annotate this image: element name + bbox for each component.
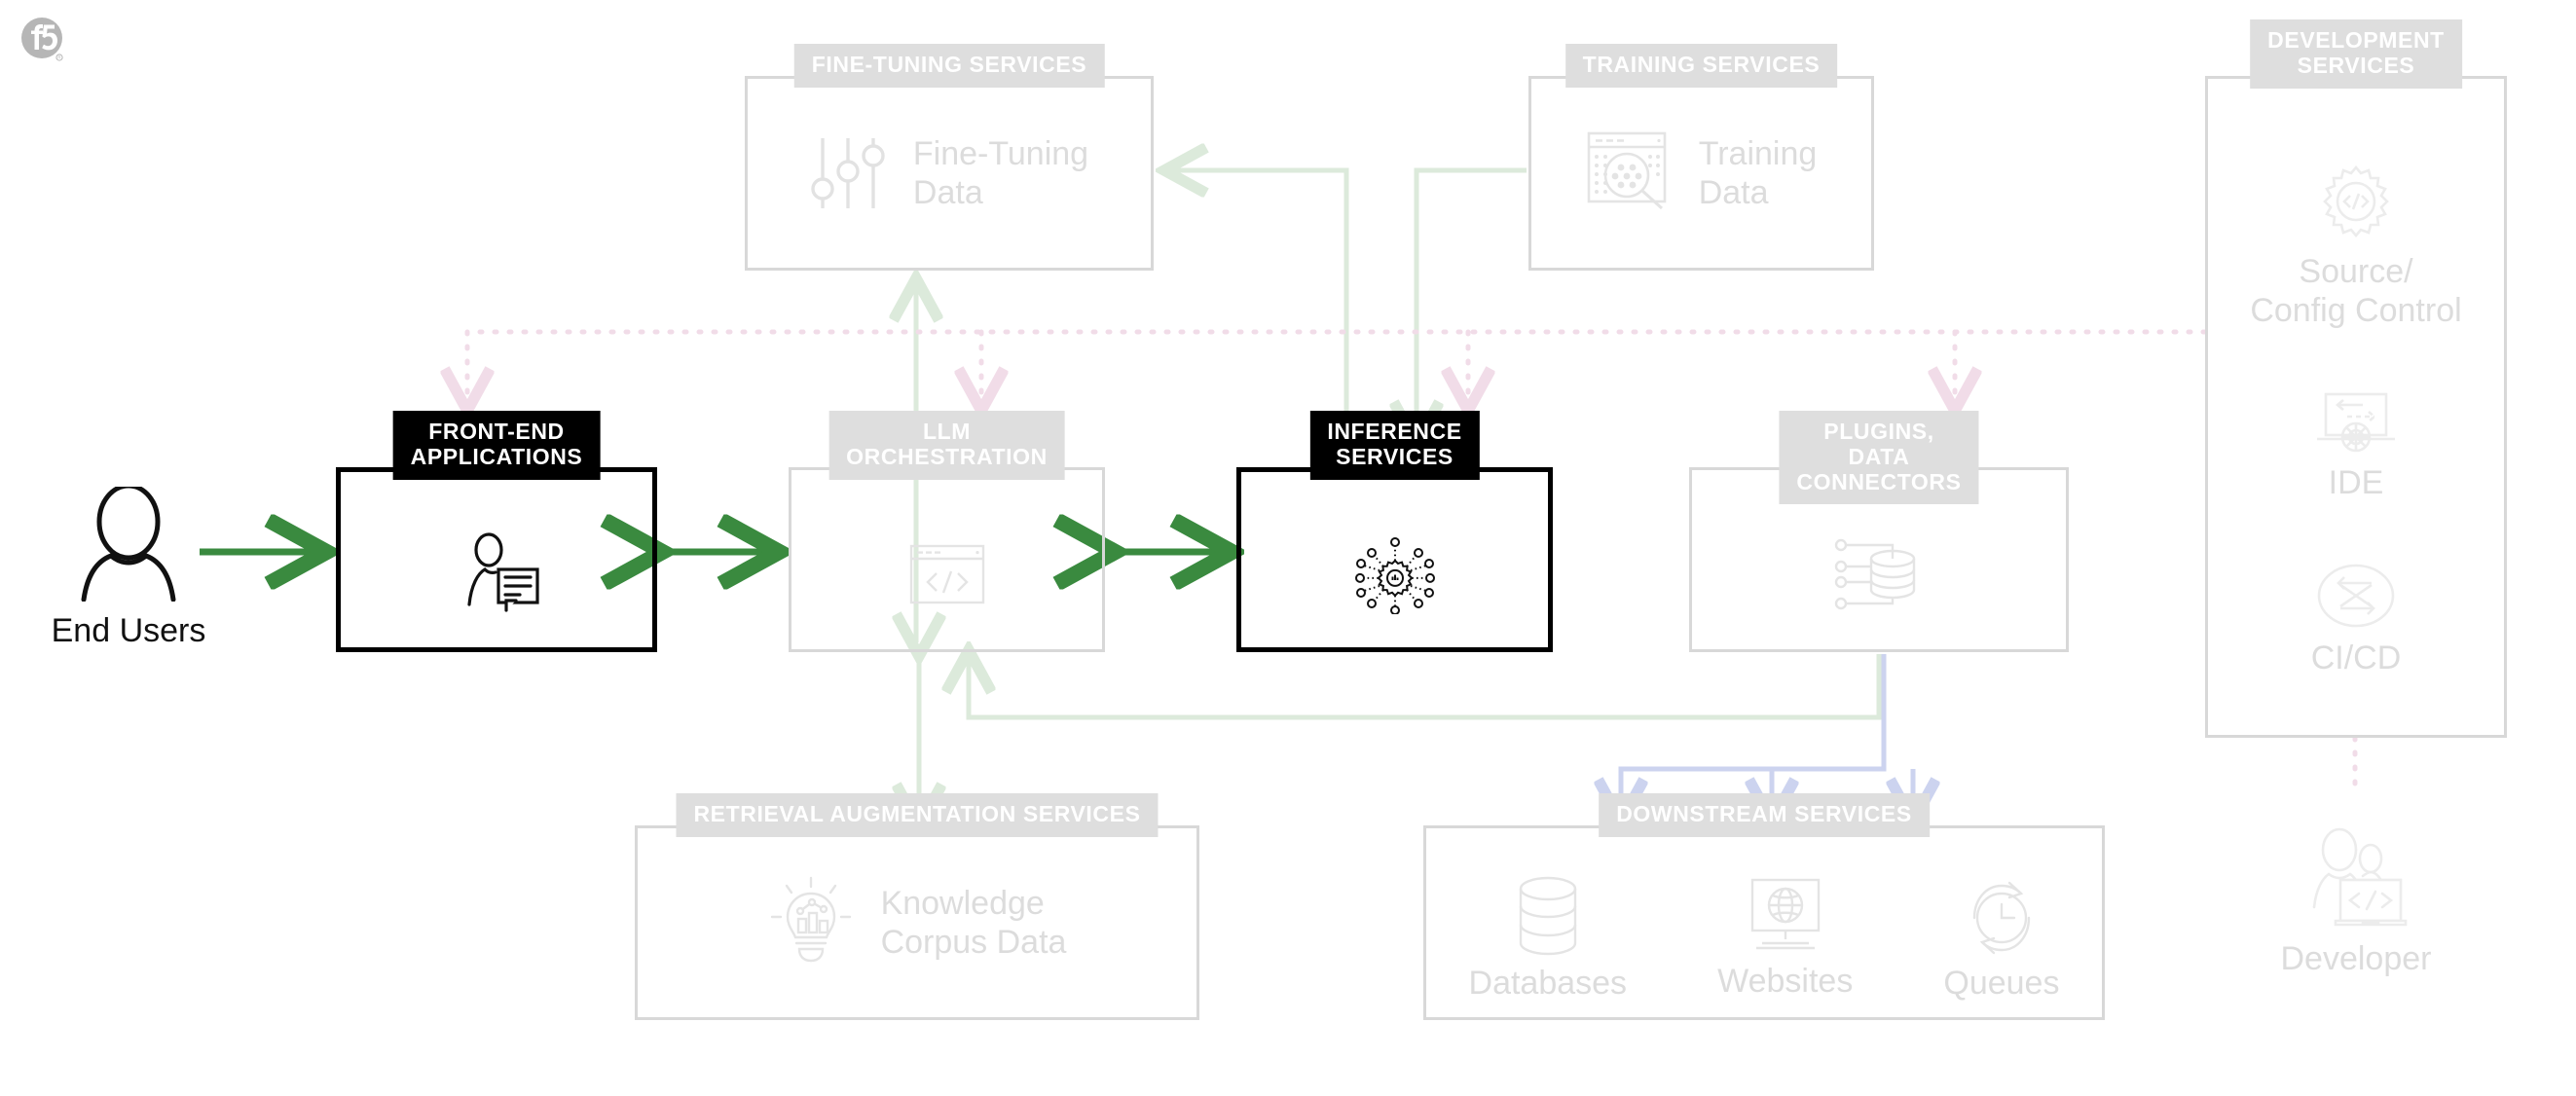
laptop-gear-icon (2312, 390, 2400, 459)
node-retrieval-augmentation-services[interactable]: RETRIEVAL AUGMENTATION SERVICES Knowledg… (635, 793, 1199, 1020)
node-inference-services[interactable]: INFERENCE SERVICES (1236, 411, 1553, 652)
svg-text:R: R (57, 55, 60, 60)
training-data-label: Training Data (1698, 134, 1818, 211)
development-header: DEVELOPMENT SERVICES (2250, 19, 2462, 89)
database-connector-icon (1832, 537, 1926, 616)
inference-header-text: INFERENCE SERVICES (1327, 419, 1462, 469)
development-header-text: DEVELOPMENT SERVICES (2267, 27, 2445, 78)
person-icon (72, 483, 185, 606)
dev-item-ide[interactable]: IDE (2312, 390, 2400, 502)
plugins-header-text: PLUGINS, DATA CONNECTORS (1796, 419, 1962, 494)
sliders-icon (810, 128, 886, 219)
developer-laptop-icon (2299, 825, 2413, 935)
downstream-item-label: Queues (1943, 965, 2060, 1003)
node-fine-tuning-services[interactable]: FINE-TUNING SERVICES Fine-Tuning Data (745, 44, 1154, 271)
f5-logo: R (21, 18, 64, 62)
person-chat-icon (452, 531, 541, 621)
arrow-inference-to-finetuning (1168, 170, 1349, 432)
architecture-diagram: R End Users FINE-TUNING SERVICES Fine-Tu… (0, 0, 2576, 1096)
arrow-training-to-inference (1417, 167, 1527, 440)
frontend-header-text: FRONT-END APPLICATIONS (410, 419, 583, 469)
dev-item-source-config-control[interactable]: Source/ Config Control (2250, 162, 2462, 330)
gear-code-icon (2315, 162, 2397, 248)
fine-tuning-header: FINE-TUNING SERVICES (793, 44, 1105, 88)
end-users-label: End Users (51, 612, 206, 649)
plugins-header: PLUGINS, DATA CONNECTORS (1779, 411, 1979, 505)
developer-label: Developer (2280, 940, 2432, 977)
frontend-header: FRONT-END APPLICATIONS (392, 411, 601, 480)
node-plugins-data-connectors[interactable]: PLUGINS, DATA CONNECTORS (1689, 411, 2069, 652)
data-search-window-icon (1586, 130, 1672, 217)
retrieval-header: RETRIEVAL AUGMENTATION SERVICES (676, 793, 1159, 837)
training-body: Training Data (1528, 76, 1874, 271)
downstream-item-label: Databases (1468, 965, 1628, 1003)
actor-developer: Developer (2239, 825, 2473, 978)
training-header: TRAINING SERVICES (1564, 44, 1838, 88)
dev-item-label: CI/CD (2310, 639, 2402, 677)
gear-nodes-icon (1354, 534, 1435, 619)
fine-tuning-data-label: Fine-Tuning Data (912, 134, 1089, 211)
development-items: Source/ Config Control IDE CI/CD (2205, 76, 2507, 738)
llm-body (789, 467, 1105, 652)
monitor-globe-icon (1743, 877, 1828, 960)
fine-tuning-body: Fine-Tuning Data (745, 76, 1154, 271)
frontend-body (336, 467, 657, 652)
downstream-item-label: Websites (1717, 963, 1854, 1001)
node-development-services[interactable]: DEVELOPMENT SERVICES Source/ Config Cont… (2205, 19, 2507, 738)
actor-end-users: End Users (51, 483, 206, 650)
downstream-items: Databases Websites Queues (1423, 859, 2105, 1020)
node-front-end-applications[interactable]: FRONT-END APPLICATIONS (336, 411, 657, 652)
node-downstream-services[interactable]: DOWNSTREAM SERVICES Databases Websites Q… (1423, 793, 2105, 1020)
clock-cycle-icon (1961, 875, 2042, 962)
code-window-icon (909, 544, 985, 609)
inference-body (1236, 467, 1553, 652)
inference-header: INFERENCE SERVICES (1309, 411, 1480, 480)
downstream-item-queues[interactable]: Queues (1943, 875, 2059, 1003)
llm-header: LLM ORCHESTRATION (828, 411, 1065, 480)
arrow-plugins-to-llm (969, 654, 1882, 720)
dev-item-label: IDE (2328, 463, 2384, 501)
dev-item-label: Source/ Config Control (2250, 252, 2462, 329)
downstream-header: DOWNSTREAM SERVICES (1599, 793, 1930, 837)
node-training-services[interactable]: TRAINING SERVICES Training Data (1528, 44, 1874, 271)
infinity-cycle-icon (2313, 562, 2399, 635)
node-llm-orchestration[interactable]: LLM ORCHESTRATION (789, 411, 1105, 652)
lightbulb-chart-icon (768, 876, 854, 970)
database-cylinder-icon (1509, 875, 1587, 962)
knowledge-corpus-data-label: Knowledge Corpus Data (880, 884, 1067, 961)
llm-header-text: LLM ORCHESTRATION (846, 419, 1048, 469)
downstream-item-websites[interactable]: Websites (1717, 877, 1853, 1001)
dev-item-cicd[interactable]: CI/CD (2310, 562, 2402, 677)
downstream-item-databases[interactable]: Databases (1468, 875, 1628, 1003)
retrieval-body: Knowledge Corpus Data (635, 825, 1199, 1020)
